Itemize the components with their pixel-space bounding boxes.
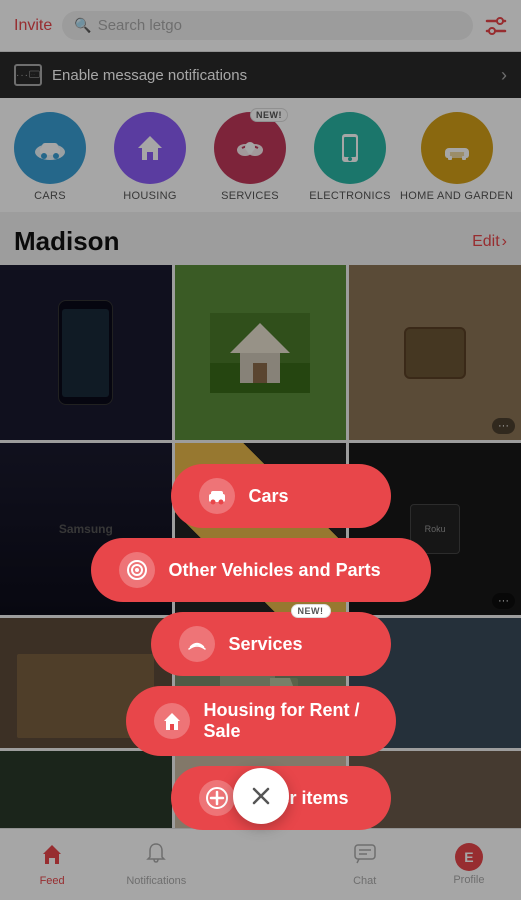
popup-other-icon — [199, 780, 235, 816]
plus-popup-icon — [206, 787, 228, 809]
popup-vehicles[interactable]: Other Vehicles and Parts — [91, 538, 431, 602]
popup-housing-label: Housing for Rent / Sale — [204, 700, 368, 742]
popup-cars[interactable]: Cars — [171, 464, 391, 528]
popup-vehicles-icon — [119, 552, 155, 588]
popup-cars-icon — [199, 478, 235, 514]
car-popup-icon — [206, 485, 228, 507]
house-popup-icon — [161, 710, 183, 732]
close-fab[interactable] — [233, 768, 289, 824]
popup-services[interactable]: NEW! Services — [151, 612, 391, 676]
popup-services-icon — [179, 626, 215, 662]
popup-services-label: Services — [229, 634, 303, 655]
services-new-badge: NEW! — [291, 604, 331, 618]
popup-cars-label: Cars — [249, 486, 289, 507]
popup-housing[interactable]: Housing for Rent / Sale — [126, 686, 396, 756]
popup-vehicles-label: Other Vehicles and Parts — [169, 560, 381, 581]
close-icon — [249, 784, 273, 808]
handshake-popup-icon — [186, 633, 208, 655]
popup-housing-icon — [154, 703, 190, 739]
vehicles-popup-icon — [126, 559, 148, 581]
